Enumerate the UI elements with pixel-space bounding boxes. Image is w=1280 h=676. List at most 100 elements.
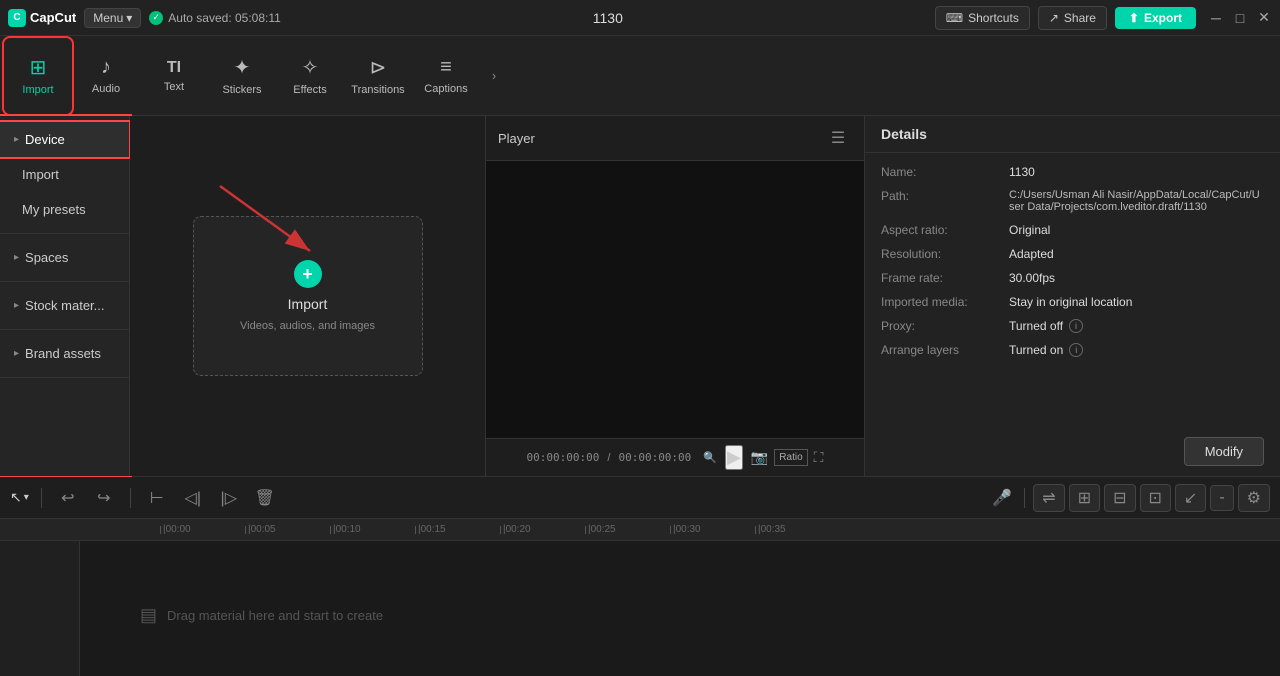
minimize-button[interactable]: ─ [1208,10,1224,26]
mic-button[interactable]: 🎤 [988,484,1016,512]
detail-value-framerate: 30.00fps [1009,271,1264,285]
drag-hint: ▤ Drag material here and start to create [140,605,383,626]
ruler-mark-25: |00:25 [585,524,670,535]
player-menu-button[interactable]: ☰ [824,124,852,152]
export-button[interactable]: ⬆ Export [1115,7,1196,29]
zoom-out-button[interactable]: - [1210,485,1233,511]
detail-label-resolution: Resolution: [881,247,1001,261]
sidebar-item-import[interactable]: Import [0,157,129,192]
content-area: + Import Videos, audios, and images [130,116,485,476]
ruler-mark-35: |00:35 [755,524,840,535]
tool-effects[interactable]: ✧ Effects [276,38,344,114]
time-current: 00:00:00:00 [527,451,600,464]
tool-transitions-label: Transitions [351,84,404,96]
ruler-mark-20: |00:20 [500,524,585,535]
arrow-decoration [210,176,330,269]
sidebar-item-my-presets-label: My presets [22,202,86,217]
play-button[interactable]: ▶ [725,445,743,470]
chevron-icon: ▸ [14,300,19,311]
ratio-button[interactable]: Ratio [774,449,807,466]
audio-wave-button[interactable]: ↙ [1175,484,1206,512]
link-video-audio-button[interactable]: ⇌ [1033,484,1064,512]
sidebar-item-import-label: Import [22,167,59,182]
tool-audio[interactable]: ♪ Audio [72,38,140,114]
screenshot-button[interactable]: 📷 [751,449,768,466]
trim-right-button[interactable]: |▷ [215,484,243,512]
toolbar-separator-1 [41,488,42,508]
share-icon: ↗ [1049,11,1059,25]
auto-saved-status: ✓ Auto saved: 05:08:11 [149,11,281,25]
proxy-info-icon[interactable]: i [1069,319,1083,333]
transitions-icon: ⊳ [370,55,387,80]
logo-icon: C [8,9,26,27]
sidebar-item-my-presets[interactable]: My presets [0,192,129,227]
tool-captions[interactable]: ≡ Captions [412,38,480,114]
delete-button[interactable]: 🗑 [251,484,279,512]
detail-value-imported-media: Stay in original location [1009,295,1264,309]
tool-transitions[interactable]: ⊳ Transitions [344,38,412,114]
track-labels [0,541,80,676]
magnetic-button[interactable]: ⊞ [1069,484,1100,512]
player-panel: Player ☰ 00:00:00:00 / 00:00:00:00 🔍 ▶ 📷… [485,116,865,476]
sidebar-section-stock: ▸ Stock mater... [0,282,129,330]
chevron-icon: ▸ [14,348,19,359]
modify-button[interactable]: Modify [1184,437,1264,466]
tool-text[interactable]: TI Text [140,38,208,114]
drag-hint-text: Drag material here and start to create [167,608,383,623]
chevron-down-icon: ▾ [126,11,132,25]
detail-value-resolution: Adapted [1009,247,1264,261]
tool-text-label: Text [164,81,184,93]
timeline-tracks: ▤ Drag material here and start to create [80,541,1280,676]
tool-stickers[interactable]: ✦ Stickers [208,38,276,114]
main-area: ▸ Device Import My presets ▸ Spaces ▸ St… [0,116,1280,476]
sidebar-item-stock-material[interactable]: ▸ Stock mater... [0,288,129,323]
menu-button[interactable]: Menu ▾ [84,8,141,28]
chevron-icon: ▸ [14,134,19,145]
selector-dropdown-icon: ▾ [24,492,29,503]
maximize-button[interactable]: □ [1232,10,1248,26]
sidebar-item-brand-assets[interactable]: ▸ Brand assets [0,336,129,371]
snap-button[interactable]: ⊟ [1104,484,1135,512]
detail-label-framerate: Frame rate: [881,271,1001,285]
more-tools-button[interactable]: › [480,38,508,114]
ruler-mark-30: |00:30 [670,524,755,535]
detail-row-path: Path: C:/Users/Usman Ali Nasir/AppData/L… [881,189,1264,213]
split-at-head-button[interactable]: ⊢ [143,484,171,512]
ruler-mark-15: |00:15 [415,524,500,535]
details-body: Name: 1130 Path: C:/Users/Usman Ali Nasi… [865,153,1280,427]
detail-row-imported-media: Imported media: Stay in original locatio… [881,295,1264,309]
detail-label-path: Path: [881,189,1001,203]
detail-value-path: C:/Users/Usman Ali Nasir/AppData/Local/C… [1009,189,1264,213]
sidebar-item-spaces[interactable]: ▸ Spaces [0,240,129,275]
arrange-layers-info-icon[interactable]: i [1069,343,1083,357]
timeline-icon: ▤ [140,605,157,626]
preview-button[interactable]: ⊡ [1140,484,1171,512]
detail-label-imported-media: Imported media: [881,295,1001,309]
shortcuts-button[interactable]: ⌨ Shortcuts [935,6,1030,30]
detail-label-aspect: Aspect ratio: [881,223,1001,237]
details-footer: Modify [865,427,1280,476]
ruler-marks: |00:00 |00:05 |00:10 |00:15 |00:20 |00:2… [80,524,840,535]
player-header: Player ☰ [486,116,864,161]
zoom-control: 🔍 [703,451,717,464]
share-button[interactable]: ↗ Share [1038,6,1107,30]
redo-button[interactable]: ↪ [90,484,118,512]
main-toolbar: ⊞ Import ♪ Audio TI Text ✦ Stickers ✧ Ef… [0,36,1280,116]
close-button[interactable]: ✕ [1256,10,1272,26]
app-name: CapCut [30,10,76,25]
captions-icon: ≡ [440,56,452,79]
sidebar-item-device[interactable]: ▸ Device [0,122,129,157]
keyboard-icon: ⌨ [946,11,963,25]
settings-button[interactable]: ⚙ [1238,484,1270,512]
export-icon: ⬆ [1129,11,1139,25]
fullscreen-button[interactable]: ⛶ [814,449,824,466]
undo-button[interactable]: ↩ [54,484,82,512]
detail-value-arrange-layers: Turned on i [1009,343,1264,357]
bottom-timeline-area: ↖ ▾ ↩ ↪ ⊢ ◁| |▷ 🗑 🎤 ⇌ ⊞ ⊟ ⊡ ↙ - ⚙ |00: [0,476,1280,676]
detail-value-proxy: Turned off i [1009,319,1264,333]
selector-tool[interactable]: ↖ ▾ [10,489,29,506]
sidebar-item-stock-label: Stock mater... [25,298,104,313]
tool-import[interactable]: ⊞ Import [4,38,72,114]
trim-left-button[interactable]: ◁| [179,484,207,512]
import-icon: ⊞ [30,55,47,80]
